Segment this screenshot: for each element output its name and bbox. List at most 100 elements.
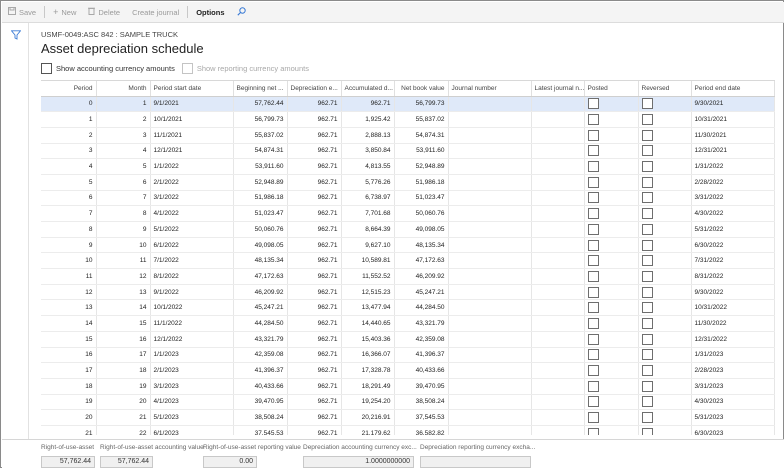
cell-posted[interactable] [584,284,639,301]
posted-checkbox[interactable] [587,396,599,408]
posted-checkbox[interactable] [587,270,599,282]
column-header-month[interactable]: Month [96,81,151,97]
cell-reversed[interactable] [638,158,692,175]
table-row[interactable]: 16 17 1/1/2023 42,359.08 962.71 16,366.07 41,3… [41,347,775,364]
cell-posted[interactable] [584,394,639,411]
cell-posted[interactable] [584,111,639,128]
reversed-checkbox[interactable] [641,114,653,126]
column-header-period[interactable]: Period [41,81,97,97]
reversed-checkbox[interactable] [641,365,653,377]
cell-reversed[interactable] [638,362,692,379]
cell-reversed[interactable] [638,315,692,332]
posted-checkbox[interactable] [587,192,599,204]
posted-checkbox[interactable] [587,333,599,345]
new-button[interactable]: + New [47,2,82,23]
cell-reversed[interactable] [638,252,692,270]
cell-posted[interactable] [584,174,639,191]
delete-button[interactable]: Delete [82,2,126,23]
reversed-checkbox[interactable] [641,192,653,204]
show-accounting-checkbox[interactable] [41,62,52,74]
posted-checkbox[interactable] [587,129,599,141]
cell-reversed[interactable] [638,409,692,426]
cell-reversed[interactable] [638,221,692,238]
table-row[interactable]: 14 15 11/1/2022 44,284.50 962.71 14,440.65 43,… [41,315,775,332]
column-header-journal-number[interactable]: Journal number [448,81,532,97]
cell-reversed[interactable] [638,268,692,285]
cell-reversed[interactable] [638,127,692,144]
posted-checkbox[interactable] [587,302,599,314]
save-button[interactable]: Save [2,2,42,23]
cell-posted[interactable] [584,127,639,144]
reversed-checkbox[interactable] [641,302,653,314]
table-row[interactable]: 4 5 1/1/2022 53,911.60 962.71 4,813.55 52,948.… [41,158,775,175]
posted-checkbox[interactable] [587,223,599,235]
cell-reversed[interactable] [638,190,692,207]
posted-checkbox[interactable] [587,208,599,220]
cell-posted[interactable] [584,268,639,285]
reversed-checkbox[interactable] [641,396,653,408]
reversed-checkbox[interactable] [641,98,653,110]
posted-checkbox[interactable] [587,239,599,251]
posted-checkbox[interactable] [587,161,599,173]
cell-reversed[interactable] [638,299,692,317]
cell-reversed[interactable] [638,96,692,113]
posted-checkbox[interactable] [587,380,599,392]
reversed-checkbox[interactable] [641,255,653,267]
table-row[interactable]: 1 2 10/1/2021 56,799.73 962.71 1,925.42 55,837… [41,111,775,128]
cell-posted[interactable] [584,425,639,435]
table-row[interactable]: 10 11 7/1/2022 48,135.34 962.71 10,589.81 47,1… [41,252,775,270]
reversed-checkbox[interactable] [641,286,653,298]
reversed-checkbox[interactable] [641,427,653,435]
cell-reversed[interactable] [638,378,692,395]
column-header-depreciation[interactable]: Depreciation e... [287,81,342,97]
reversed-checkbox[interactable] [641,333,653,345]
posted-checkbox[interactable] [587,427,599,435]
cell-posted[interactable] [584,205,639,222]
cell-posted[interactable] [584,378,639,395]
cell-posted[interactable] [584,315,639,332]
reversed-checkbox[interactable] [641,208,653,220]
posted-checkbox[interactable] [587,365,599,377]
table-row[interactable]: 3 4 12/1/2021 54,874.31 962.71 3,850.84 53,911… [41,143,775,160]
cell-posted[interactable] [584,331,639,348]
posted-checkbox[interactable] [587,286,599,298]
posted-checkbox[interactable] [587,176,599,188]
table-row[interactable]: 11 12 8/1/2022 47,172.63 962.71 11,552.52 46,2… [41,268,775,285]
posted-checkbox[interactable] [587,317,599,329]
table-row[interactable]: 7 8 4/1/2022 51,023.47 962.71 7,701.68 50,060.… [41,205,775,222]
table-row[interactable]: 8 9 5/1/2022 50,060.76 962.71 8,664.39 49,098.… [41,221,775,238]
column-header-beginning-net[interactable]: Beginning net ... [233,81,288,97]
table-row[interactable]: 0 1 9/1/2021 57,762.44 962.71 962.71 56,799.73… [41,96,775,113]
cell-posted[interactable] [584,299,639,317]
filter-icon[interactable] [10,30,22,40]
posted-checkbox[interactable] [587,98,599,110]
table-row[interactable]: 17 18 2/1/2023 41,396.37 962.71 17,328.78 40,4… [41,362,775,379]
table-row[interactable]: 6 7 3/1/2022 51,986.18 962.71 6,738.97 51,023.… [41,190,775,207]
cell-reversed[interactable] [638,394,692,411]
column-header-accumulated[interactable]: Accumulated d... [341,81,395,97]
table-row[interactable]: 18 19 3/1/2023 40,433.66 962.71 18,291.49 39,4… [41,378,775,395]
create-journal-button[interactable]: Create journal [126,2,185,23]
table-row[interactable]: 5 6 2/1/2022 52,948.89 962.71 5,776.26 51,986.… [41,174,775,191]
cell-posted[interactable] [584,96,639,113]
cell-posted[interactable] [584,158,639,175]
posted-checkbox[interactable] [587,114,599,126]
cell-reversed[interactable] [638,331,692,348]
cell-reversed[interactable] [638,425,692,435]
cell-reversed[interactable] [638,284,692,301]
column-header-reversed[interactable]: Reversed [638,81,692,97]
reversed-checkbox[interactable] [641,380,653,392]
cell-posted[interactable] [584,252,639,270]
column-header-period-start-date[interactable]: Period start date [150,81,234,97]
column-header-period-end-date[interactable]: Period end date [691,81,775,97]
cell-reversed[interactable] [638,237,692,254]
table-row[interactable]: 13 14 10/1/2022 45,247.21 962.71 13,477.94 44,… [41,299,775,317]
search-button[interactable] [231,2,252,23]
cell-reversed[interactable] [638,111,692,128]
posted-checkbox[interactable] [587,145,599,157]
posted-checkbox[interactable] [587,412,599,424]
column-header-net-book-value[interactable]: Net book value [394,81,449,97]
cell-posted[interactable] [584,221,639,238]
reversed-checkbox[interactable] [641,412,653,424]
column-header-posted[interactable]: Posted [584,81,639,97]
